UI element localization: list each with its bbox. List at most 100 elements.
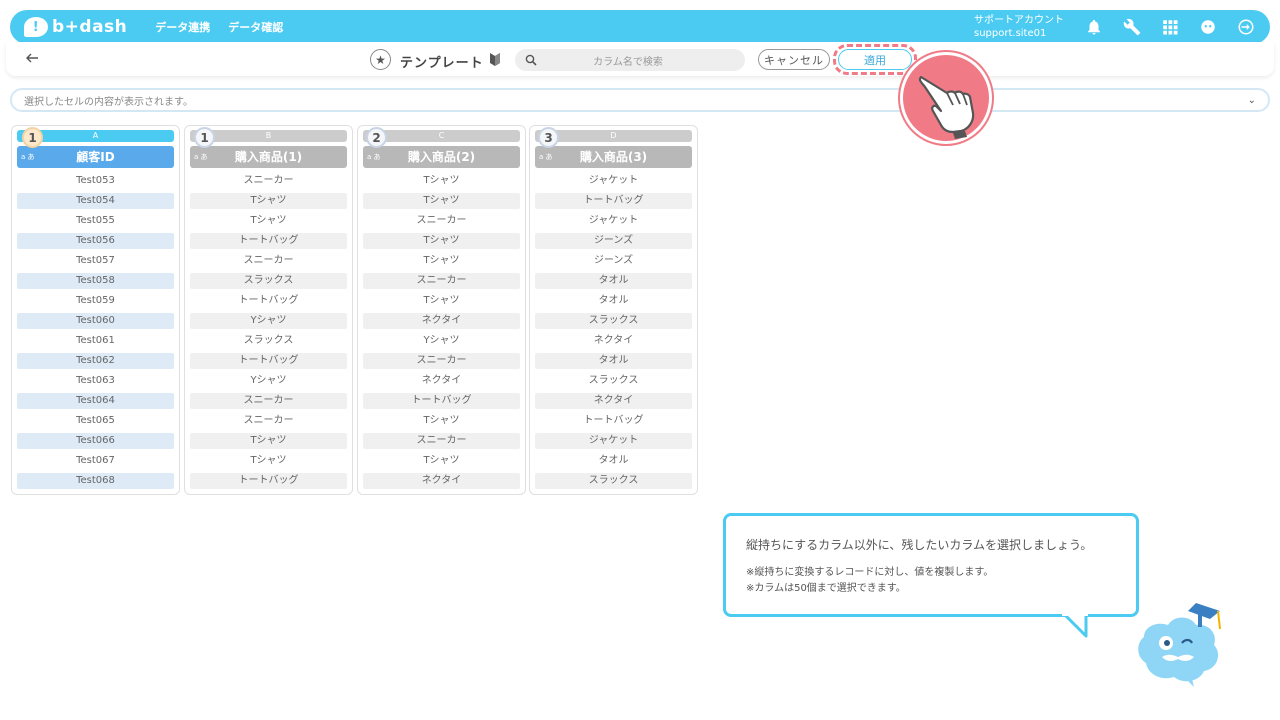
table-cell[interactable]: ジャケット [535,173,692,189]
column-header[interactable]: a あ 顧客ID [17,146,174,168]
back-arrow-icon[interactable] [24,50,40,66]
table-cell[interactable]: Tシャツ [363,173,520,189]
table-cell[interactable]: トートバッグ [363,393,520,409]
column-header[interactable]: a あ 購入商品(3) [535,146,692,168]
table-cell[interactable]: Tシャツ [363,453,520,469]
wrench-icon[interactable] [1122,17,1142,37]
search-placeholder: カラム名で検索 [593,56,663,68]
cell-content-display[interactable]: 選択したセルの内容が表示されます。 ⌄ [10,88,1270,112]
table-cell[interactable]: スニーカー [363,433,520,449]
table-cell[interactable]: スラックス [535,373,692,389]
table-cell[interactable]: ネクタイ [363,473,520,489]
table-cell[interactable]: トートバッグ [535,413,692,429]
table-cell[interactable]: ジーンズ [535,253,692,269]
table-cell[interactable]: ジーンズ [535,233,692,249]
table-cell[interactable]: タオル [535,453,692,469]
main-nav: データ連携 データ確認 [155,19,283,35]
table-cell[interactable]: トートバッグ [190,293,347,309]
account-info[interactable]: サポートアカウント support.site01 [974,14,1064,40]
top-header: ! b+dash データ連携 データ確認 サポートアカウント support.s… [10,10,1270,44]
table-cell[interactable]: Yシャツ [363,333,520,349]
guide-note-1: ※縦持ちに変換するレコードに対し、値を複製します。 [746,567,994,578]
cancel-button[interactable]: キャンセル [758,49,830,70]
table-cell[interactable]: スニーカー [190,253,347,269]
grid-menu-icon[interactable] [1160,17,1180,37]
table-cell[interactable]: トートバッグ [535,193,692,209]
column-header[interactable]: a あ 購入商品(1) [190,146,347,168]
table-cell[interactable]: Test059 [17,293,174,309]
table-cell[interactable]: スラックス [190,273,347,289]
table-cell[interactable]: スニーカー [190,173,347,189]
table-cell[interactable]: ネクタイ [363,313,520,329]
column-card-d[interactable]: D a あ 購入商品(3) ジャケット トートバッグ ジャケット ジーンズ ジーンズ タオ… [529,125,698,495]
table-cell[interactable]: Tシャツ [363,413,520,429]
table-cell[interactable]: トートバッグ [190,353,347,369]
table-cell[interactable]: タオル [535,293,692,309]
table-cell[interactable]: Tシャツ [190,213,347,229]
chevron-down-icon[interactable]: ⌄ [1248,95,1256,106]
table-cell[interactable]: Tシャツ [363,193,520,209]
table-cell[interactable]: Tシャツ [363,233,520,249]
table-cell[interactable]: Yシャツ [190,373,347,389]
column-card-a[interactable]: A a あ 顧客ID Test053 Test054 Test055 Test056 T… [11,125,180,495]
table-cell[interactable]: Test061 [17,333,174,349]
table-cell[interactable]: Test060 [17,313,174,329]
nav-data-check[interactable]: データ確認 [228,19,283,35]
table-cell[interactable]: スニーカー [363,213,520,229]
column-card-b[interactable]: B a あ 購入商品(1) スニーカー Tシャツ Tシャツ トートバッグ スニーカー スラ… [184,125,353,495]
logout-icon[interactable] [1236,17,1256,37]
table-cell[interactable]: スニーカー [363,353,520,369]
table-cell[interactable]: Tシャツ [363,293,520,309]
column-search-input[interactable]: カラム名で検索 [515,49,745,71]
table-cell[interactable]: スニーカー [190,393,347,409]
bell-icon[interactable] [1084,17,1104,37]
table-cell[interactable]: ネクタイ [363,373,520,389]
table-cell[interactable]: ジャケット [535,213,692,229]
column-card-c[interactable]: C a あ 購入商品(2) Tシャツ Tシャツ スニーカー Tシャツ Tシャツ スニーカー… [357,125,526,495]
column-header[interactable]: a あ 購入商品(2) [363,146,520,168]
table-cell[interactable]: スニーカー [363,273,520,289]
column-order-badge: 3 [538,127,559,148]
table-cell[interactable]: Test053 [17,173,174,189]
table-cell[interactable]: ネクタイ [535,393,692,409]
table-cell[interactable]: Test064 [17,393,174,409]
table-cell[interactable]: Yシャツ [190,313,347,329]
table-cell[interactable]: Tシャツ [190,433,347,449]
beginner-mark-icon[interactable] [489,52,501,67]
apply-button[interactable]: 適用 [838,49,912,70]
help-mascot-icon[interactable] [1198,17,1218,37]
guide-main-text: 縦持ちにするカラム以外に、残したいカラムを選択しましょう。 [746,538,1093,552]
app-logo[interactable]: ! b+dash [24,17,127,37]
table-cell[interactable]: Test066 [17,433,174,449]
table-cell[interactable]: Test065 [17,413,174,429]
table-cell[interactable]: スラックス [535,313,692,329]
nav-data-link[interactable]: データ連携 [155,19,210,35]
table-cell[interactable]: Test056 [17,233,174,249]
table-cell[interactable]: Test057 [17,253,174,269]
table-cell[interactable]: Test058 [17,273,174,289]
account-id: support.site01 [974,28,1047,39]
table-cell[interactable]: トートバッグ [190,473,347,489]
table-cell[interactable]: Test055 [17,213,174,229]
table-cell[interactable]: Test062 [17,353,174,369]
text-type-icon: a あ [539,153,553,161]
table-cell[interactable]: スラックス [535,473,692,489]
table-cell[interactable]: ネクタイ [535,333,692,349]
table-cell[interactable]: Tシャツ [190,193,347,209]
text-type-icon: a あ [367,153,381,161]
table-cell[interactable]: タオル [535,273,692,289]
favorite-star-icon[interactable]: ★ [370,49,391,70]
table-cell[interactable]: スニーカー [190,413,347,429]
table-cell[interactable]: Tシャツ [363,253,520,269]
table-cell[interactable]: ジャケット [535,433,692,449]
table-cell[interactable]: Test068 [17,473,174,489]
table-cell[interactable]: スラックス [190,333,347,349]
column-order-badge: 2 [366,127,387,148]
table-cell[interactable]: タオル [535,353,692,369]
table-cell[interactable]: Tシャツ [190,453,347,469]
table-cell[interactable]: トートバッグ [190,233,347,249]
table-cell[interactable]: Test067 [17,453,174,469]
table-cell[interactable]: Test063 [17,373,174,389]
table-cell[interactable]: Test054 [17,193,174,209]
column-name: 購入商品(1) [234,150,303,164]
